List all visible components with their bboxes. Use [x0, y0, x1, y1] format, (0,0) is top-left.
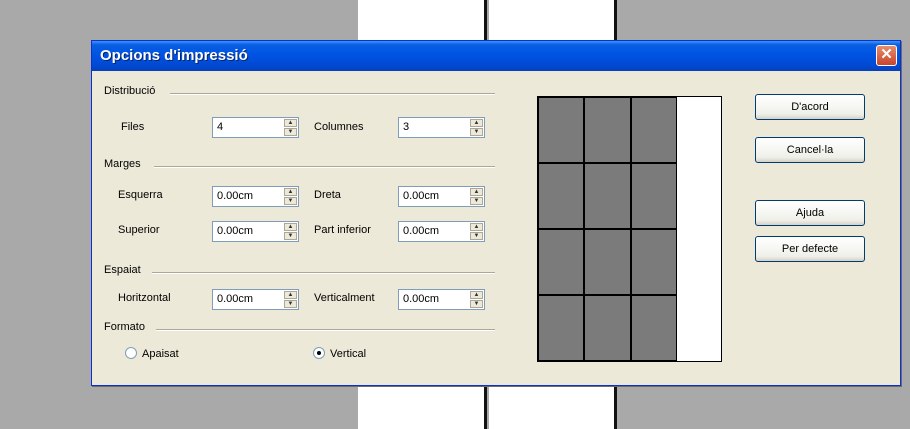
- close-button[interactable]: ✕: [876, 45, 897, 66]
- apaisat-radio[interactable]: Apaisat: [125, 347, 179, 360]
- radio-button-icon[interactable]: [125, 347, 137, 360]
- part-inferior-spinner[interactable]: 0.00cm ▲ ▼: [398, 221, 485, 242]
- spin-up-icon[interactable]: ▲: [284, 188, 297, 196]
- spin-down-icon[interactable]: ▼: [284, 232, 297, 240]
- divider-formato: [156, 329, 495, 331]
- group-label-formato: Formato: [104, 321, 149, 333]
- preview-page-cell: [630, 295, 677, 361]
- preview-page-cell: [538, 163, 585, 229]
- group-label-marges: Marges: [104, 158, 145, 170]
- dreta-value: 0.00cm: [403, 190, 440, 202]
- spin-down-icon[interactable]: ▼: [470, 232, 483, 240]
- spin-up-icon[interactable]: ▲: [284, 223, 297, 231]
- spin-up-icon[interactable]: ▲: [470, 291, 483, 299]
- ok-button[interactable]: D'acord: [755, 94, 865, 120]
- close-icon: ✕: [880, 46, 893, 63]
- spin-up-icon[interactable]: ▲: [470, 223, 483, 231]
- cancel-button[interactable]: Cancel·la: [755, 137, 865, 163]
- spin-down-icon[interactable]: ▼: [284, 197, 297, 205]
- spin-down-icon[interactable]: ▼: [470, 197, 483, 205]
- esquerra-spinner[interactable]: 0.00cm ▲ ▼: [212, 186, 299, 207]
- preview-page-cell: [584, 97, 631, 163]
- divider-espaiat: [152, 272, 495, 274]
- page-layout-preview: [537, 96, 722, 362]
- dialog-titlebar[interactable]: Opcions d'impressió ✕: [92, 41, 900, 71]
- spin-up-icon[interactable]: ▲: [470, 188, 483, 196]
- preview-page-cell: [538, 295, 585, 361]
- verticalment-value: 0.00cm: [403, 293, 440, 305]
- horitzontal-label: Horitzontal: [118, 292, 171, 304]
- preview-page-cell: [538, 97, 585, 163]
- part-inferior-label: Part inferior: [314, 224, 371, 236]
- spin-down-icon[interactable]: ▼: [284, 128, 297, 136]
- columnes-spinner[interactable]: 3 ▲ ▼: [398, 117, 485, 138]
- columnes-label: Columnes: [314, 121, 364, 133]
- group-label-distribucio: Distribució: [104, 85, 160, 97]
- dreta-label: Dreta: [314, 189, 341, 201]
- horitzontal-value: 0.00cm: [217, 293, 254, 305]
- help-button[interactable]: Ajuda: [755, 200, 865, 226]
- spin-down-icon[interactable]: ▼: [284, 300, 297, 308]
- radio-selected-icon[interactable]: [313, 347, 325, 360]
- defaults-button[interactable]: Per defecte: [755, 236, 865, 262]
- preview-page-cell: [584, 295, 631, 361]
- vertical-radio[interactable]: Vertical: [313, 347, 367, 360]
- preview-page-cell: [538, 229, 585, 295]
- print-options-dialog: Opcions d'impressió ✕ Distribució Files …: [91, 40, 901, 386]
- preview-page-cell: [630, 97, 677, 163]
- superior-spinner[interactable]: 0.00cm ▲ ▼: [212, 221, 299, 242]
- divider-distribucio: [170, 93, 495, 95]
- divider-marges: [154, 166, 495, 168]
- verticalment-label: Verticalment: [314, 292, 375, 304]
- apaisat-label: Apaisat: [142, 348, 179, 360]
- spin-up-icon[interactable]: ▲: [470, 119, 483, 127]
- esquerra-label: Esquerra: [118, 189, 163, 201]
- preview-page-cell: [630, 163, 677, 229]
- preview-grid: [538, 97, 677, 361]
- preview-page-cell: [584, 229, 631, 295]
- verticalment-spinner[interactable]: 0.00cm ▲ ▼: [398, 289, 485, 310]
- superior-value: 0.00cm: [217, 225, 254, 237]
- superior-label: Superior: [118, 224, 160, 236]
- horitzontal-spinner[interactable]: 0.00cm ▲ ▼: [212, 289, 299, 310]
- part-inferior-value: 0.00cm: [403, 225, 440, 237]
- spin-down-icon[interactable]: ▼: [470, 300, 483, 308]
- spin-down-icon[interactable]: ▼: [470, 128, 483, 136]
- columnes-value: 3: [403, 121, 410, 133]
- group-label-espaiat: Espaiat: [104, 264, 145, 276]
- files-label: Files: [121, 121, 145, 133]
- spin-up-icon[interactable]: ▲: [284, 291, 297, 299]
- preview-page-cell: [584, 163, 631, 229]
- dialog-title: Opcions d'impressió: [100, 47, 248, 64]
- files-spinner[interactable]: 4 ▲ ▼: [212, 117, 299, 138]
- spin-up-icon[interactable]: ▲: [284, 119, 297, 127]
- preview-page-cell: [630, 229, 677, 295]
- dreta-spinner[interactable]: 0.00cm ▲ ▼: [398, 186, 485, 207]
- vertical-label: Vertical: [330, 348, 367, 360]
- files-value: 4: [217, 121, 224, 133]
- esquerra-value: 0.00cm: [217, 190, 254, 202]
